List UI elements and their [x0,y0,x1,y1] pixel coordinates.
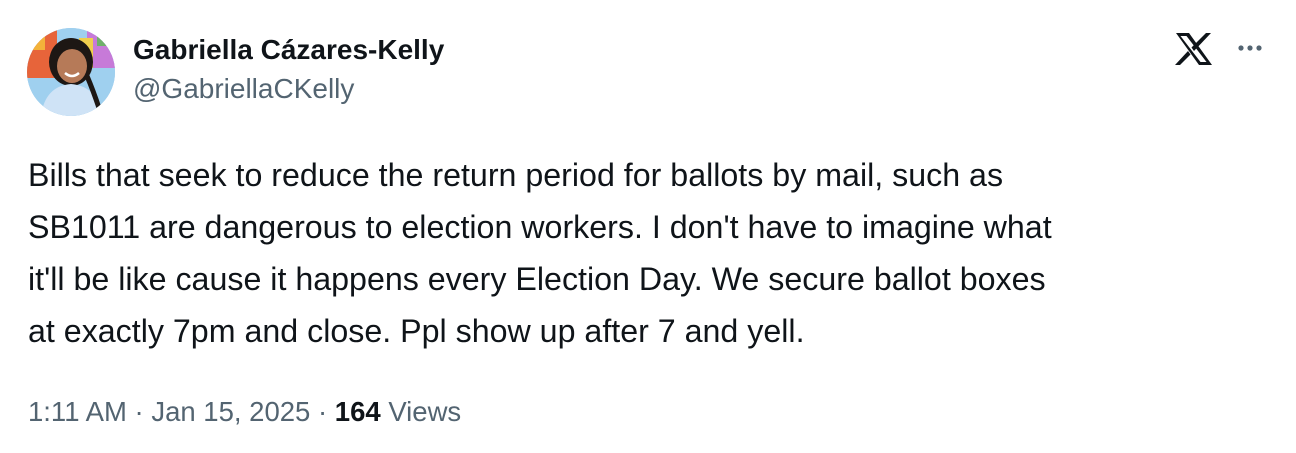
tweet-time[interactable]: 1:11 AM [28,396,127,427]
tweet-meta: 1:11 AM · Jan 15, 2025 · 164 Views [28,392,461,432]
display-name[interactable]: Gabriella Cázares-Kelly [133,30,444,70]
meta-separator: · [310,396,335,427]
avatar-image [27,28,115,116]
tweet-date[interactable]: Jan 15, 2025 [151,396,310,427]
more-dots-icon[interactable] [1232,40,1268,56]
x-logo-icon[interactable] [1172,30,1216,68]
user-handle[interactable]: @GabriellaCKelly [133,69,444,109]
views-count: 164 [334,396,381,427]
avatar[interactable] [27,28,115,116]
meta-separator: · [126,396,152,427]
tweet-card: Gabriella Cázares-Kelly @GabriellaCKelly… [0,0,1296,453]
tweet-text: Bills that seek to reduce the return per… [28,157,1052,349]
views-label: Views [380,396,462,427]
user-info: Gabriella Cázares-Kelly @GabriellaCKelly [133,30,444,109]
